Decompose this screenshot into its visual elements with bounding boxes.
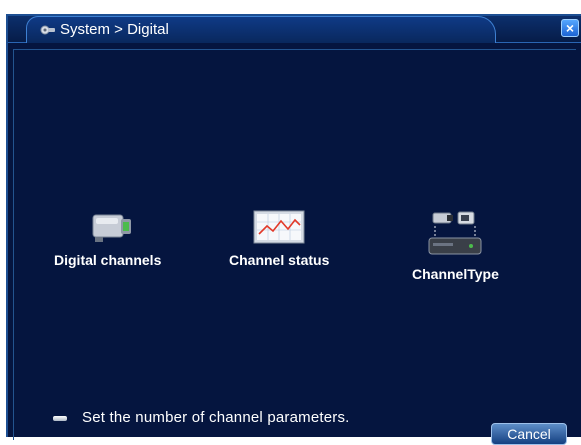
chart-icon [253,210,305,244]
dialog-window: System > Digital × Digital channels Chan… [6,14,581,445]
digital-channels-label: Digital channels [54,252,162,268]
close-icon: × [565,20,575,36]
channel-type-item[interactable]: ChannelType [412,210,499,282]
camera-icon [92,214,131,242]
close-button[interactable]: × [561,19,579,37]
content-panel: Digital channels Channel status ChannelT… [13,49,576,440]
cancel-button[interactable]: Cancel [491,423,567,445]
channel-status-label: Channel status [229,252,330,268]
title-tab: System > Digital [26,16,496,43]
tools-icon [40,25,55,35]
channel-type-label: ChannelType [412,266,499,282]
dvr-icon [428,211,482,255]
info-icon [53,416,67,421]
window-title: System > Digital [60,21,169,38]
hint-text: Set the number of channel parameters. [82,409,350,426]
channel-status-item[interactable]: Channel status [229,210,329,268]
title-bar: System > Digital × [8,16,581,43]
digital-channels-item[interactable]: Digital channels [54,210,161,268]
